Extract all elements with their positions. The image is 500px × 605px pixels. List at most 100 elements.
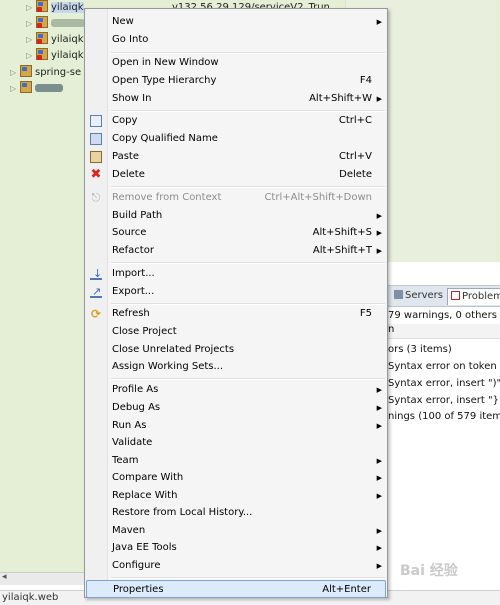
- menu-item-export[interactable]: Export...: [86, 283, 386, 301]
- menu-item-remove-from-context[interactable]: ⎋ Remove from Context Ctrl+Alt+Shift+Down: [86, 189, 386, 207]
- expand-arrow-icon[interactable]: ▷: [26, 0, 36, 16]
- tree-item-project[interactable]: ▷ spring-se: [10, 65, 81, 81]
- project-icon: [36, 32, 48, 44]
- redacted-label: [35, 84, 63, 92]
- menu-item-maven[interactable]: Maven ▶: [86, 522, 386, 540]
- menu-item-source[interactable]: Source Alt+Shift+S ▶: [86, 224, 386, 242]
- menu-item-compare-with[interactable]: Compare With ▶: [86, 469, 386, 487]
- problems-column-header[interactable]: n: [385, 324, 500, 339]
- menu-item-close-unrelated-projects[interactable]: Close Unrelated Projects: [86, 341, 386, 359]
- tree-item-project[interactable]: ▷ yilaiqk: [26, 0, 84, 16]
- project-icon: [36, 0, 48, 12]
- watermark-logo: Bai 经验: [400, 563, 458, 579]
- menu-item-java-ee-tools[interactable]: Java EE Tools ▶: [86, 539, 386, 557]
- menu-item-team[interactable]: Team ▶: [86, 452, 386, 470]
- problems-summary: 79 warnings, 0 others (F: [388, 310, 500, 321]
- menu-item-go-into[interactable]: Go Into: [86, 31, 386, 49]
- menu-separator: [111, 577, 385, 579]
- problem-item[interactable]: Syntax error, insert ")" to: [388, 378, 500, 389]
- menu-separator: [111, 186, 385, 188]
- project-icon: [36, 48, 48, 60]
- menu-item-copy[interactable]: Copy Ctrl+C: [86, 112, 386, 130]
- problem-item[interactable]: Syntax error, insert "}" to: [388, 395, 500, 406]
- menu-item-run-as[interactable]: Run As ▶: [86, 417, 386, 435]
- submenu-arrow-icon: ▶: [376, 95, 382, 103]
- submenu-arrow-icon: ▶: [376, 247, 382, 255]
- submenu-arrow-icon: ▶: [376, 544, 382, 552]
- menu-item-refactor[interactable]: Refactor Alt+Shift+T ▶: [86, 242, 386, 260]
- screen: ▷ yilaiqk ▷ ▷ yilaiqk ▷ yilaiqk ▷ spring-se …: [0, 0, 500, 605]
- submenu-arrow-icon: ▶: [376, 457, 382, 465]
- view-tabs: Servers Problem: [385, 286, 500, 307]
- tree-item-project[interactable]: ▷ yilaiqk: [26, 32, 84, 48]
- menu-item-restore-from-local-history[interactable]: Restore from Local History...: [86, 504, 386, 522]
- context-menu: New ▶ Go Into Open in New Window Open Typ…: [84, 8, 388, 598]
- remove-context-icon: ⎋: [91, 191, 101, 204]
- tree-item-project[interactable]: ▷: [26, 16, 85, 32]
- menu-item-delete[interactable]: ✖ Delete Delete: [86, 166, 386, 184]
- submenu-arrow-icon: ▶: [376, 422, 382, 430]
- menu-item-copy-qualified-name[interactable]: Copy Qualified Name: [86, 130, 386, 148]
- menu-item-build-path[interactable]: Build Path ▶: [86, 207, 386, 225]
- menu-item-open-in-new-window[interactable]: Open in New Window: [86, 54, 386, 72]
- tree-item-label: yilaiqk: [51, 2, 84, 13]
- redacted-label: [51, 19, 85, 27]
- menu-item-profile-as[interactable]: Profile As ▶: [86, 381, 386, 399]
- explorer-scrollbar[interactable]: ◂: [0, 572, 90, 585]
- tab-servers[interactable]: Servers: [391, 288, 446, 304]
- submenu-arrow-icon: ▶: [376, 474, 382, 482]
- menu-separator: [111, 378, 385, 380]
- tab-problems[interactable]: Problem: [447, 288, 500, 305]
- tree-item-label: spring-se: [35, 67, 82, 78]
- problems-warnings-group[interactable]: nings (100 of 579 items: [388, 411, 500, 422]
- problems-errors-group[interactable]: ors (3 items): [388, 344, 452, 355]
- expand-arrow-icon[interactable]: ▷: [26, 32, 36, 48]
- copy-icon: [90, 115, 102, 127]
- submenu-arrow-icon: ▶: [376, 527, 382, 535]
- expand-arrow-icon[interactable]: ▷: [26, 16, 36, 32]
- menu-item-validate[interactable]: Validate: [86, 434, 386, 452]
- tree-item-project[interactable]: ▷: [10, 81, 63, 97]
- scroll-left-icon[interactable]: ◂: [2, 572, 7, 582]
- expand-arrow-icon[interactable]: ▷: [26, 48, 36, 64]
- menu-item-properties[interactable]: Properties Alt+Enter: [86, 580, 386, 598]
- problems-icon: [451, 291, 460, 300]
- delete-icon: ✖: [90, 167, 102, 182]
- menu-item-assign-working-sets[interactable]: Assign Working Sets...: [86, 358, 386, 376]
- menu-item-debug-as[interactable]: Debug As ▶: [86, 399, 386, 417]
- menu-item-open-type-hierarchy[interactable]: Open Type Hierarchy F4: [86, 72, 386, 90]
- menu-item-new[interactable]: New ▶: [86, 13, 386, 31]
- expand-arrow-icon[interactable]: ▷: [10, 65, 20, 81]
- project-icon: [20, 81, 32, 93]
- problem-item[interactable]: Syntax error on token "I: [388, 361, 500, 372]
- refresh-icon: ⟳: [90, 307, 102, 321]
- tree-item-label: yilaiqk: [51, 50, 84, 61]
- problems-view: Servers Problem 79 warnings, 0 others (F…: [385, 285, 500, 586]
- status-text: yilaiqk.web: [2, 592, 59, 603]
- submenu-arrow-icon: ▶: [376, 492, 382, 500]
- expand-arrow-icon[interactable]: ▷: [10, 81, 20, 97]
- menu-item-close-project[interactable]: Close Project: [86, 323, 386, 341]
- import-icon: [90, 265, 102, 283]
- menu-item-import[interactable]: Import...: [86, 265, 386, 283]
- menu-item-configure[interactable]: Configure ▶: [86, 557, 386, 575]
- menu-item-refresh[interactable]: ⟳ Refresh F5: [86, 305, 386, 323]
- submenu-arrow-icon: ▶: [376, 404, 382, 412]
- submenu-arrow-icon: ▶: [376, 386, 382, 394]
- project-icon: [20, 65, 32, 77]
- menu-separator: [111, 262, 385, 264]
- copy-qualified-name-icon: [90, 133, 102, 145]
- menu-item-replace-with[interactable]: Replace With ▶: [86, 487, 386, 505]
- export-icon: [90, 283, 102, 301]
- project-icon: [36, 16, 48, 28]
- menu-item-paste[interactable]: Paste Ctrl+V: [86, 148, 386, 166]
- submenu-arrow-icon: ▶: [376, 562, 382, 570]
- menu-item-show-in[interactable]: Show In Alt+Shift+W ▶: [86, 90, 386, 108]
- submenu-arrow-icon: ▶: [376, 18, 382, 26]
- servers-icon: [394, 290, 403, 299]
- tree-item-project[interactable]: ▷ yilaiqk: [26, 48, 84, 64]
- submenu-arrow-icon: ▶: [376, 229, 382, 237]
- tree-item-label: yilaiqk: [51, 34, 84, 45]
- submenu-arrow-icon: ▶: [376, 212, 382, 220]
- paste-icon: [90, 151, 102, 163]
